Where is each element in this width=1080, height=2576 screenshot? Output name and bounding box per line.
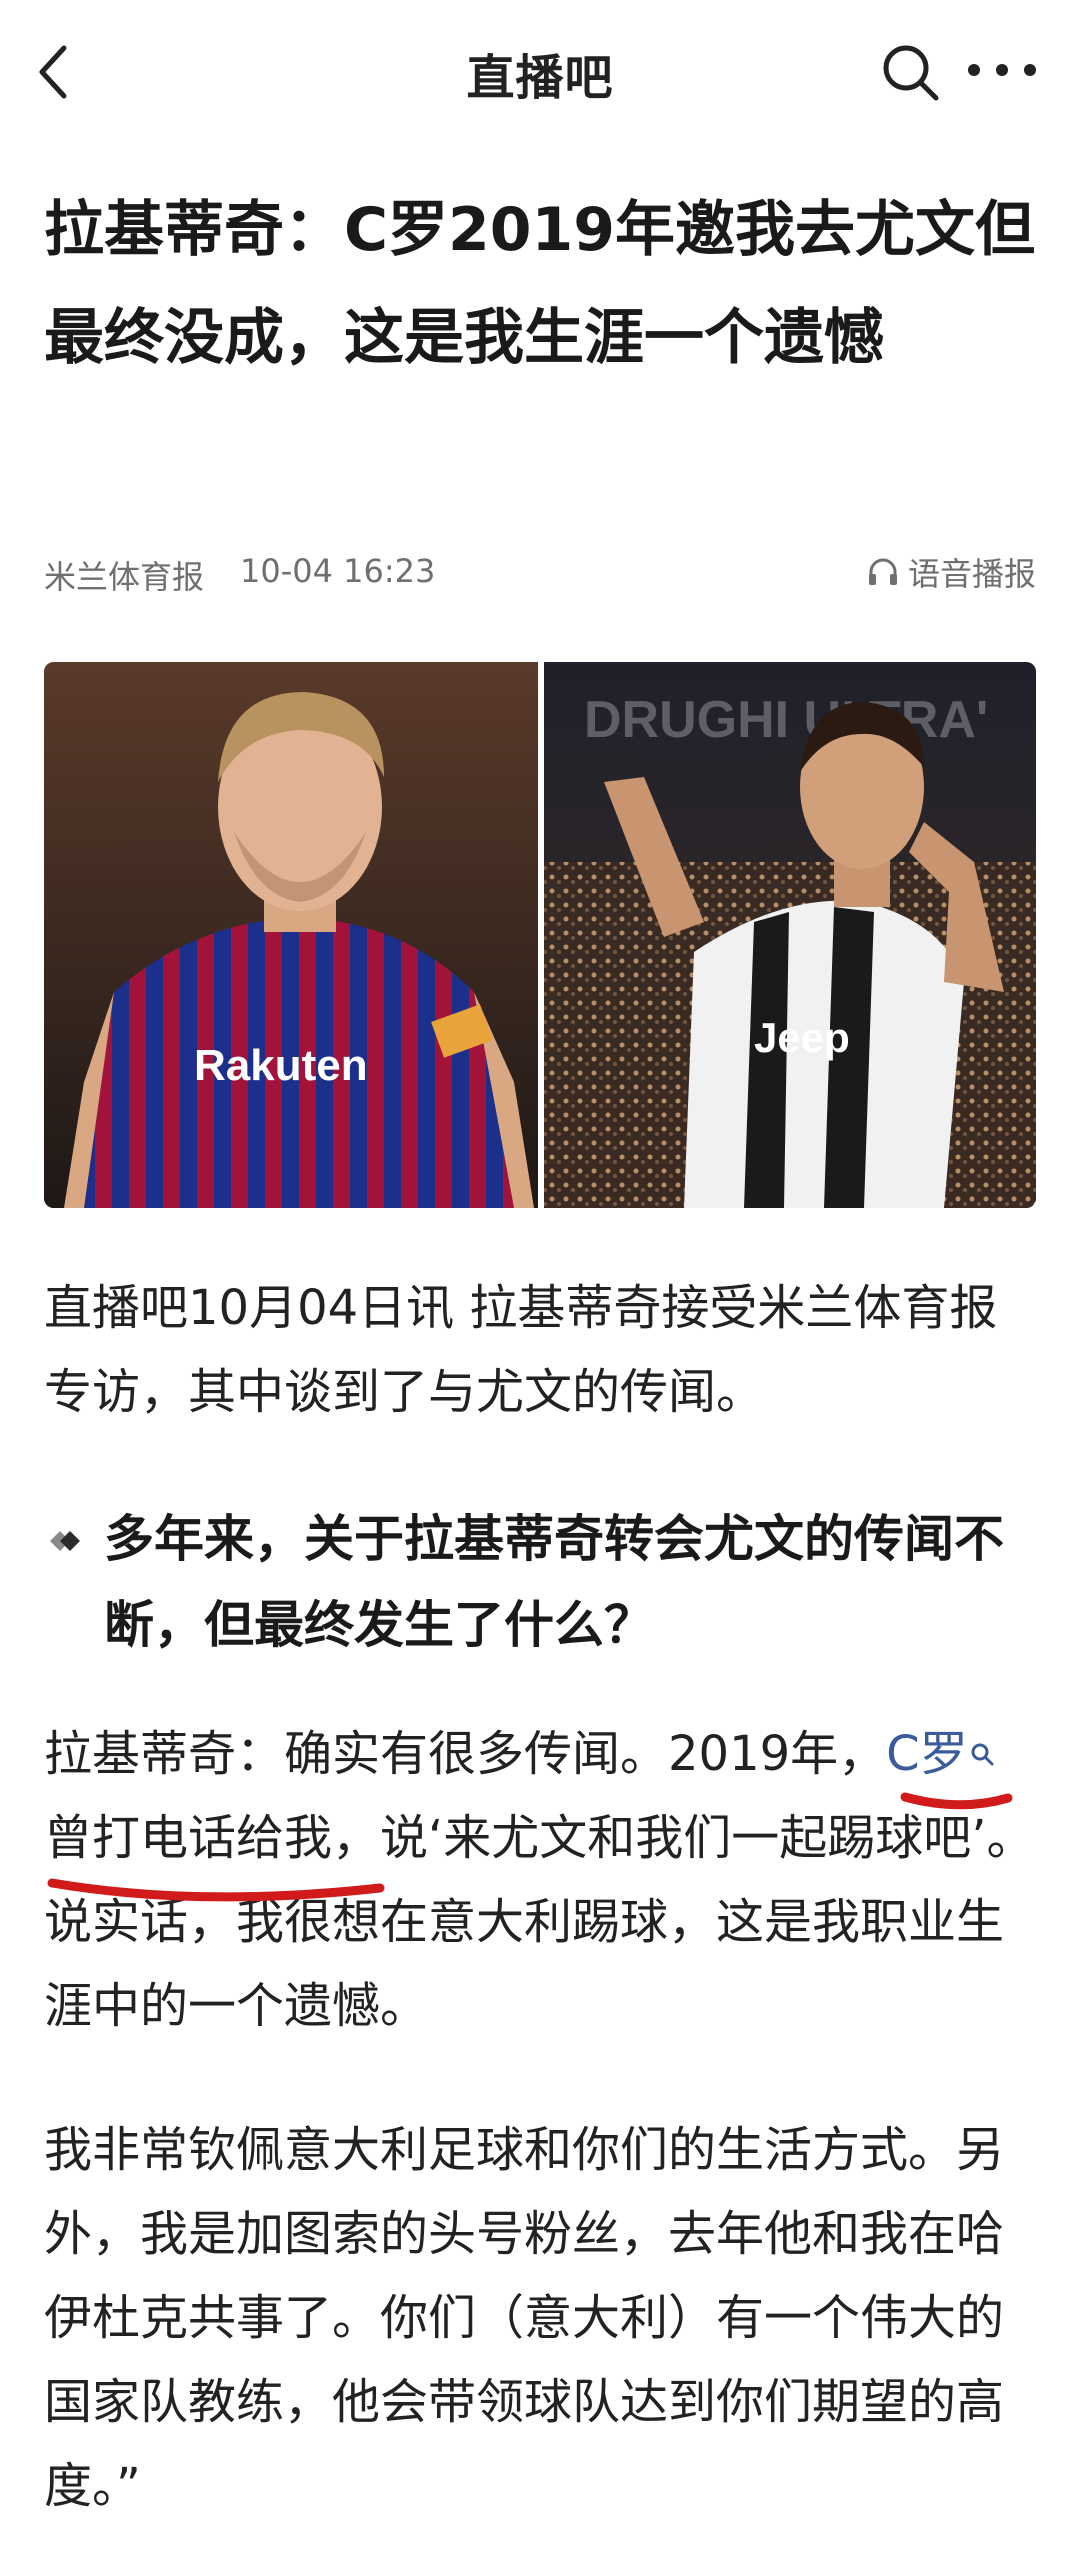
article-title: 拉基蒂奇：C罗2019年邀我去尤文但最终没成，这是我生涯一个遗憾 xyxy=(44,195,1036,373)
diamond-bullet-icon xyxy=(50,1531,80,1551)
para2-text-before: 拉基蒂奇：确实有很多传闻。2019年， xyxy=(44,1726,887,1782)
player-link-cronaldo[interactable]: C罗 xyxy=(886,1726,968,1782)
search-icon[interactable] xyxy=(878,40,942,104)
search-mini-icon[interactable] xyxy=(968,1740,998,1770)
article-paragraph-3: 我非常钦佩意大利足球和你们的生活方式。另外，我是加图索的头号粉丝，去年他和我在哈… xyxy=(44,2122,1005,2514)
article-paragraph-2: 拉基蒂奇：确实有很多传闻。2019年，C罗曾打电话给我，说‘来尤文和我们一起踢球… xyxy=(44,1712,1036,2048)
right-jersey-brand: Jeep xyxy=(754,1014,850,1061)
article-time: 10-04 16:23 xyxy=(240,552,436,590)
left-jersey-brand: Rakuten xyxy=(194,1041,368,1090)
hero-photo-composite: Rakuten DRUGHI ULTRA' Jeep xyxy=(44,662,1036,1208)
para2-text-after: 曾打电话给我，说‘来尤文和我们一起踢球吧’。说实话，我很想在意大利踢球，这是我职… xyxy=(44,1810,1035,2034)
stadium-banner: DRUGHI ULTRA' xyxy=(584,691,988,749)
article-source[interactable]: 米兰体育报 xyxy=(44,552,204,598)
audio-broadcast-label: 语音播报 xyxy=(907,555,1036,593)
left-player-photo: Rakuten xyxy=(44,662,538,1208)
article-paragraph-1: 直播吧10月04日讯 拉基蒂奇接受米兰体育报专访，其中谈到了与尤文的传闻。 xyxy=(44,1280,998,1420)
audio-broadcast-button[interactable]: 语音播报 xyxy=(866,548,1036,596)
hero-image[interactable]: Rakuten DRUGHI ULTRA' Jeep xyxy=(44,662,1036,1208)
question-text: 多年来，关于拉基蒂奇转会尤文的传闻不断，但最终发生了什么？ xyxy=(104,1510,1004,1654)
article-meta: 米兰体育报 10-04 16:23 语音播报 xyxy=(44,548,1036,596)
more-icon[interactable] xyxy=(962,50,1042,90)
top-bar: 直播吧 xyxy=(0,0,1080,140)
headphones-icon xyxy=(868,558,897,585)
right-player-photo: DRUGHI ULTRA' Jeep xyxy=(544,662,1036,1208)
